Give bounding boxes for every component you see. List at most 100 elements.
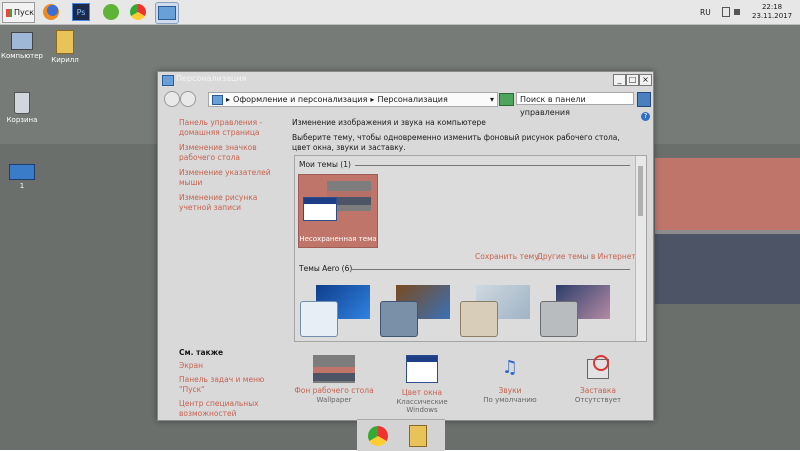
back-button[interactable]: [164, 91, 180, 107]
desktop-icon-file[interactable]: 1: [0, 164, 44, 190]
taskbar-chrome[interactable]: [127, 2, 149, 22]
window-color-swatch: [460, 301, 498, 337]
setting-value: Wallpaper: [316, 396, 352, 404]
desktop-icon-label: 1: [19, 182, 25, 190]
taskbar-control-panel[interactable]: [155, 2, 179, 24]
aero-theme-landscapes[interactable]: [538, 281, 610, 339]
desktop-icon-computer[interactable]: Компьютер: [0, 32, 44, 60]
themes-scrollbar[interactable]: [635, 156, 646, 341]
window-title: Персонализация: [176, 74, 247, 83]
help-icon[interactable]: ?: [641, 112, 650, 121]
minimize-glyph: _: [617, 75, 622, 84]
maximize-glyph: □: [628, 75, 637, 84]
themes-panel: Мои темы (1) Несохраненная тема Сохранит…: [294, 155, 647, 342]
window-color-setting[interactable]: Цвет окна Классические Windows: [382, 355, 462, 414]
scrollbar-thumb[interactable]: [638, 166, 643, 216]
wallpaper-navy-stripe: [655, 234, 800, 304]
main-content: Изменение изображения и звука на компьют…: [292, 118, 634, 153]
pinned-apps-bar: [357, 419, 445, 451]
desktop-icon-label: Компьютер: [1, 52, 43, 60]
online-themes-link[interactable]: Другие темы в Интернете: [537, 252, 640, 262]
search-placeholder: Поиск в панели управления: [520, 95, 586, 117]
refresh-button[interactable]: [499, 93, 514, 106]
start-button[interactable]: Пуск: [2, 2, 35, 23]
desktop-icon-user-folder[interactable]: Кирилл: [43, 30, 87, 64]
page-description: Выберите тему, чтобы одновременно измени…: [292, 133, 620, 152]
aero-theme-architecture[interactable]: [378, 281, 450, 339]
chevron-down-icon[interactable]: ▾: [490, 95, 494, 104]
pinned-chrome[interactable]: [365, 424, 391, 448]
window-color-swatch: [380, 301, 418, 337]
windows-logo-icon: [6, 8, 13, 17]
search-input[interactable]: Поиск в панели управления: [516, 92, 634, 117]
screensaver-icon: [585, 355, 611, 381]
see-also-title: См. также: [179, 348, 224, 357]
language-label: RU: [700, 7, 711, 17]
photoshop-icon: Ps: [72, 3, 90, 21]
theme-settings-bar: Фон рабочего стола Wallpaper Цвет окна К…: [294, 355, 645, 414]
nav-link-desktop-icons[interactable]: Изменение значков рабочего стола: [179, 143, 289, 163]
screensaver-setting[interactable]: Заставка Отсутствует: [558, 355, 638, 404]
desktop-background-setting[interactable]: Фон рабочего стола Wallpaper: [294, 355, 374, 404]
breadcrumb[interactable]: ▸ Оформление и персонализация ▸ Персонал…: [208, 92, 498, 107]
breadcrumb-item[interactable]: Персонализация: [377, 95, 447, 104]
desktop-icon-label: Кирилл: [51, 56, 79, 64]
setting-label: Цвет окна: [401, 388, 443, 397]
window-color-swatch: [300, 301, 338, 337]
recycle-bin-icon: [14, 92, 30, 114]
see-also-display[interactable]: Экран: [179, 361, 289, 371]
address-bar: ▸ Оформление и персонализация ▸ Персонал…: [164, 90, 651, 117]
no-symbol: [593, 355, 609, 371]
start-label: Пуск: [14, 8, 34, 17]
aero-theme-windows[interactable]: [298, 281, 370, 339]
tray-icons: [722, 0, 740, 24]
section-divider: [355, 165, 630, 166]
my-themes-heading: Мои темы (1): [299, 160, 351, 169]
icon-titlebar: [407, 356, 437, 362]
page-heading: Изменение изображения и звука на компьют…: [292, 118, 486, 127]
window-color-icon: [406, 355, 438, 383]
nav-link-mouse-pointers[interactable]: Изменение указателей мыши: [179, 168, 289, 188]
firefox-icon: [43, 4, 59, 20]
forward-button[interactable]: [180, 91, 196, 107]
aero-theme-characters[interactable]: [458, 281, 530, 339]
setting-label: Звуки: [498, 386, 522, 395]
folder-icon: [56, 30, 74, 54]
taskbar-photoshop[interactable]: Ps: [70, 2, 92, 22]
utorrent-icon: [103, 4, 119, 20]
volume-icon[interactable]: [734, 9, 740, 15]
chevron-icon: ▸: [226, 95, 231, 104]
breadcrumb-item[interactable]: Оформление и персонализация: [233, 95, 367, 104]
minimize-button[interactable]: _: [613, 74, 626, 86]
setting-value: Отсутствует: [574, 396, 622, 404]
chrome-icon: [368, 426, 388, 446]
pinned-explorer[interactable]: [405, 424, 431, 448]
taskbar: Пуск Ps RU 22:18 23.11.2017: [0, 0, 800, 25]
computer-icon: [11, 32, 33, 50]
title-bar[interactable]: Персонализация _ □ ×: [158, 72, 653, 88]
search-button[interactable]: [637, 92, 651, 107]
theme-tile-unsaved[interactable]: Несохраненная тема: [298, 174, 378, 248]
save-theme-link[interactable]: Сохранить тему: [475, 252, 539, 262]
maximize-button[interactable]: □: [626, 74, 639, 86]
nav-link-account-picture[interactable]: Изменение рисунка учетной записи: [179, 193, 289, 213]
desktop-icon-recycle-bin[interactable]: Корзина: [0, 92, 44, 124]
network-icon[interactable]: [722, 7, 730, 17]
taskbar-utorrent[interactable]: [100, 2, 122, 22]
language-indicator[interactable]: RU: [700, 0, 711, 24]
clock[interactable]: 22:18 23.11.2017: [752, 3, 792, 21]
left-navigation: Панель управления - домашняя страница Из…: [179, 118, 289, 218]
see-also-section: См. также Экран Панель задач и меню "Пус…: [179, 348, 289, 419]
setting-value: Классические Windows: [396, 398, 448, 414]
aero-themes-heading: Темы Aero (6): [299, 264, 353, 273]
close-button[interactable]: ×: [639, 74, 652, 86]
see-also-taskbar[interactable]: Панель задач и меню "Пуск": [179, 375, 289, 395]
window-app-icon: [162, 75, 174, 86]
shortcut-icon: [9, 164, 35, 180]
sounds-setting[interactable]: ♫ Звуки По умолчанию: [470, 355, 550, 404]
see-also-ease-of-access[interactable]: Центр специальных возможностей: [179, 399, 289, 419]
nav-link-control-panel-home[interactable]: Панель управления - домашняя страница: [179, 118, 289, 138]
clock-time: 22:18: [761, 3, 783, 11]
window-color-preview: [303, 197, 337, 221]
taskbar-firefox[interactable]: [40, 2, 62, 22]
